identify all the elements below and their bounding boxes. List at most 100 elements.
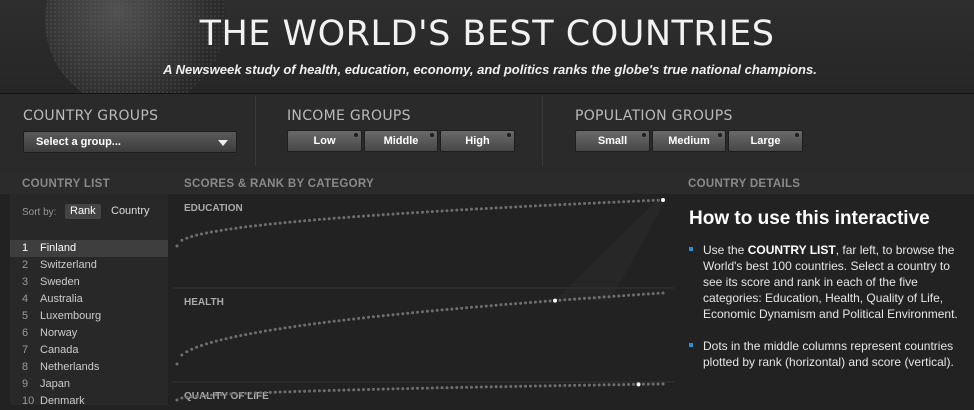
country-group-select[interactable]: Select a group... bbox=[23, 131, 237, 153]
country-dot[interactable] bbox=[460, 208, 464, 212]
country-dot[interactable] bbox=[499, 303, 503, 307]
country-dot[interactable] bbox=[519, 301, 523, 305]
country-dot[interactable] bbox=[578, 297, 581, 301]
country-dot[interactable] bbox=[298, 219, 302, 223]
country-dot[interactable] bbox=[597, 201, 601, 205]
country-dot[interactable] bbox=[244, 225, 248, 229]
country-dot[interactable] bbox=[538, 204, 542, 208]
country-dot[interactable] bbox=[244, 391, 248, 395]
country-dot[interactable] bbox=[607, 295, 611, 299]
country-dot[interactable] bbox=[371, 387, 375, 391]
country-dot[interactable] bbox=[224, 392, 228, 396]
country-dot[interactable] bbox=[391, 313, 395, 317]
country-dot[interactable] bbox=[205, 231, 208, 235]
country-dot[interactable] bbox=[607, 383, 611, 387]
country-dot[interactable] bbox=[651, 382, 655, 386]
country-dot[interactable] bbox=[421, 210, 424, 214]
country-dot[interactable] bbox=[288, 325, 292, 329]
country-dot[interactable] bbox=[357, 215, 361, 218]
country-dot[interactable] bbox=[504, 302, 508, 306]
country-dot[interactable] bbox=[479, 385, 483, 389]
country-dot[interactable] bbox=[465, 385, 469, 389]
country-dot[interactable] bbox=[234, 392, 238, 396]
country-dot[interactable] bbox=[475, 305, 478, 309]
country-list-item[interactable]: 7 Canada bbox=[10, 342, 168, 359]
country-dot[interactable] bbox=[327, 217, 331, 221]
country-dot[interactable] bbox=[175, 398, 179, 402]
country-dot[interactable] bbox=[494, 206, 498, 210]
country-dot[interactable] bbox=[180, 396, 184, 400]
country-dot[interactable] bbox=[440, 209, 444, 213]
country-dot[interactable] bbox=[465, 208, 469, 212]
country-dot[interactable] bbox=[195, 233, 199, 237]
country-dot[interactable] bbox=[386, 313, 390, 317]
country-dot[interactable] bbox=[445, 209, 449, 213]
country-dot[interactable] bbox=[583, 296, 586, 300]
country-dot[interactable] bbox=[371, 315, 375, 319]
country-dot[interactable] bbox=[533, 204, 537, 208]
country-dot[interactable] bbox=[303, 323, 307, 327]
country-dot[interactable] bbox=[578, 383, 581, 387]
country-list-item[interactable]: 9 Japan bbox=[10, 376, 168, 393]
country-dot[interactable] bbox=[494, 385, 498, 389]
country-dot[interactable] bbox=[612, 200, 616, 204]
highlighted-country-dot[interactable] bbox=[553, 298, 557, 303]
country-dot[interactable] bbox=[632, 293, 635, 297]
country-dot[interactable] bbox=[263, 329, 267, 333]
country-dot[interactable] bbox=[259, 223, 262, 227]
country-dot[interactable] bbox=[209, 230, 213, 234]
country-dot[interactable] bbox=[249, 224, 253, 228]
country-dot[interactable] bbox=[283, 390, 287, 394]
country-dot[interactable] bbox=[293, 220, 297, 224]
country-dot[interactable] bbox=[587, 383, 591, 387]
country-dot[interactable] bbox=[273, 390, 277, 394]
country-dot[interactable] bbox=[553, 203, 557, 207]
country-dot[interactable] bbox=[430, 386, 434, 390]
country-dot[interactable] bbox=[568, 202, 572, 206]
country-list-item[interactable]: 2 Switzerland bbox=[10, 257, 168, 274]
country-dot[interactable] bbox=[484, 304, 488, 308]
country-dot[interactable] bbox=[543, 384, 547, 388]
country-dot[interactable] bbox=[416, 211, 419, 214]
country-dot[interactable] bbox=[558, 384, 562, 388]
country-dot[interactable] bbox=[396, 387, 400, 391]
country-dot[interactable] bbox=[322, 217, 326, 221]
country-dot[interactable] bbox=[317, 389, 321, 393]
country-dot[interactable] bbox=[317, 218, 321, 221]
country-dot[interactable] bbox=[376, 213, 380, 217]
country-dot[interactable] bbox=[190, 235, 194, 238]
country-dot[interactable] bbox=[641, 199, 645, 203]
country-dot[interactable] bbox=[519, 384, 523, 388]
country-list-item[interactable]: 3 Sweden bbox=[10, 274, 168, 291]
country-dot[interactable] bbox=[205, 394, 208, 397]
country-dot[interactable] bbox=[489, 206, 493, 210]
country-dot[interactable] bbox=[627, 200, 631, 203]
country-dot[interactable] bbox=[357, 388, 361, 392]
country-dot[interactable] bbox=[278, 221, 282, 225]
country-dot[interactable] bbox=[597, 295, 601, 299]
country-dot[interactable] bbox=[322, 321, 326, 324]
country-dot[interactable] bbox=[411, 311, 415, 315]
country-dot[interactable] bbox=[421, 310, 424, 314]
country-dot[interactable] bbox=[612, 383, 616, 387]
country-dot[interactable] bbox=[553, 384, 557, 388]
population-small-button[interactable]: Small bbox=[575, 130, 650, 152]
country-dot[interactable] bbox=[381, 387, 385, 391]
country-dot[interactable] bbox=[656, 382, 660, 386]
country-dot[interactable] bbox=[627, 293, 631, 297]
country-dot[interactable] bbox=[259, 391, 262, 395]
country-dot[interactable] bbox=[568, 384, 572, 387]
country-dot[interactable] bbox=[558, 203, 562, 207]
income-low-button[interactable]: Low bbox=[287, 130, 362, 152]
country-dot[interactable] bbox=[308, 322, 311, 326]
country-dot[interactable] bbox=[347, 215, 351, 219]
country-dot[interactable] bbox=[288, 390, 292, 394]
country-dot[interactable] bbox=[283, 221, 287, 225]
country-dot[interactable] bbox=[484, 207, 488, 210]
country-dot[interactable] bbox=[602, 383, 606, 387]
country-dot[interactable] bbox=[381, 213, 385, 217]
country-dot[interactable] bbox=[337, 319, 341, 323]
country-list-item[interactable]: 6 Norway bbox=[10, 325, 168, 342]
country-dot[interactable] bbox=[396, 212, 400, 216]
country-dot[interactable] bbox=[288, 220, 292, 224]
